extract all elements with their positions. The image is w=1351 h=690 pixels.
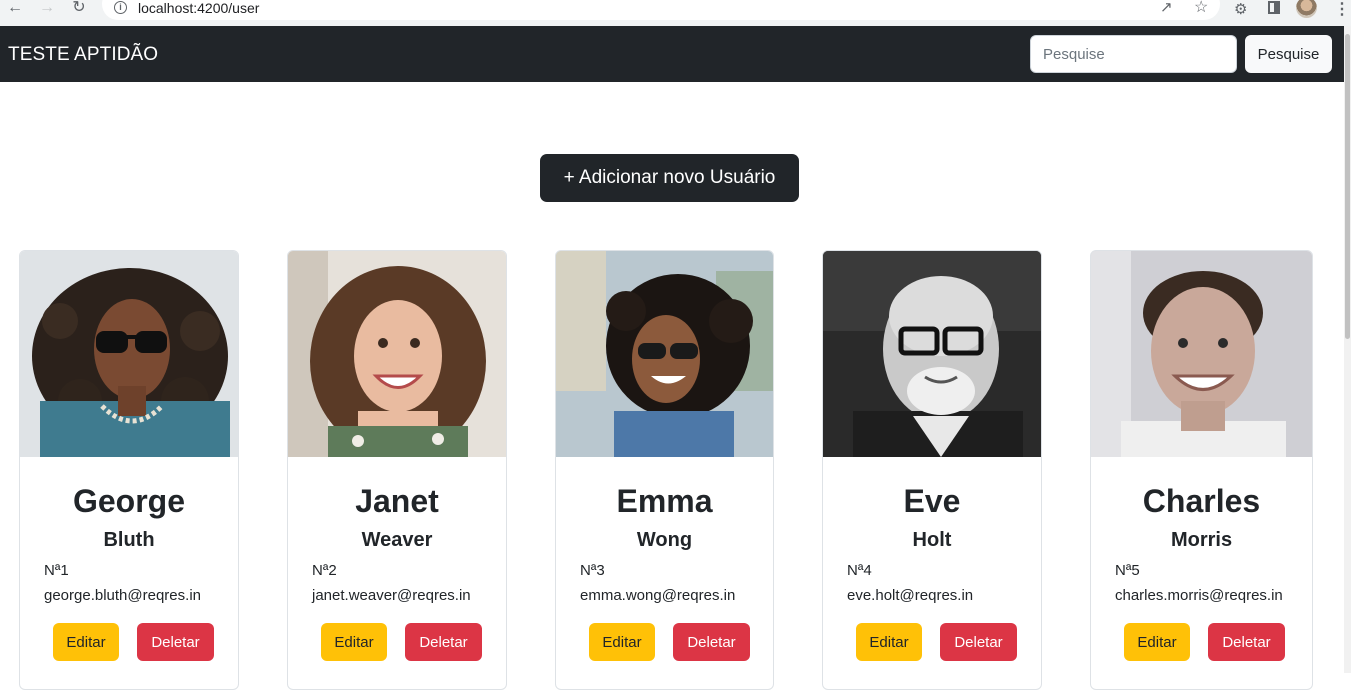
user-number: Nª5 bbox=[1115, 562, 1140, 579]
navbar-brand[interactable]: TESTE APTIDÃO bbox=[8, 44, 158, 66]
site-info-icon[interactable]: i bbox=[114, 1, 127, 14]
user-card: Charles Morris Nª5 charles.morris@reqres… bbox=[1090, 250, 1313, 690]
user-first-name: Charles bbox=[1142, 483, 1261, 519]
user-email: janet.weaver@reqres.in bbox=[312, 587, 471, 604]
delete-button[interactable]: Deletar bbox=[940, 623, 1017, 661]
back-arrow-icon[interactable]: ← bbox=[6, 0, 24, 18]
add-user-button[interactable]: + Adicionar novo Usuário bbox=[540, 154, 799, 202]
search-button[interactable]: Pesquise bbox=[1245, 35, 1332, 73]
user-number: Nª3 bbox=[580, 562, 605, 579]
user-email: charles.morris@reqres.in bbox=[1115, 587, 1283, 604]
user-first-name: George bbox=[72, 483, 186, 519]
edit-button[interactable]: Editar bbox=[321, 623, 387, 661]
top-navbar: TESTE APTIDÃO Pesquise bbox=[0, 26, 1344, 82]
side-panel-icon[interactable] bbox=[1268, 1, 1280, 14]
delete-button[interactable]: Deletar bbox=[405, 623, 482, 661]
profile-avatar[interactable] bbox=[1296, 0, 1317, 18]
user-number: Nª2 bbox=[312, 562, 337, 579]
edit-button[interactable]: Editar bbox=[1124, 623, 1190, 661]
user-card: Emma Wong Nª3 emma.wong@reqres.in Editar… bbox=[555, 250, 774, 690]
user-last-name: Bluth bbox=[103, 529, 155, 551]
scrollbar-thumb[interactable] bbox=[1345, 34, 1350, 339]
user-last-name: Holt bbox=[912, 529, 952, 551]
user-email: emma.wong@reqres.in bbox=[580, 587, 736, 604]
browser-toolbar: ← → ↻ i localhost:4200/user ↗ ☆ ⚙ ⋮ bbox=[0, 0, 1351, 26]
extensions-icon[interactable]: ⚙ bbox=[1234, 0, 1247, 18]
page-scrollbar[interactable] bbox=[1344, 26, 1351, 673]
user-card: Eve Holt Nª4 eve.holt@reqres.in Editar D… bbox=[822, 250, 1042, 690]
bookmark-star-icon[interactable]: ☆ bbox=[1194, 0, 1208, 17]
search-input[interactable] bbox=[1030, 35, 1237, 73]
user-photo bbox=[1091, 251, 1312, 457]
share-icon[interactable]: ↗ bbox=[1160, 0, 1173, 16]
user-photo bbox=[288, 251, 506, 457]
delete-button[interactable]: Deletar bbox=[1208, 623, 1285, 661]
user-photo bbox=[823, 251, 1041, 457]
user-card: Janet Weaver Nª2 janet.weaver@reqres.in … bbox=[287, 250, 507, 690]
reload-icon[interactable]: ↻ bbox=[70, 0, 88, 18]
user-number: Nª1 bbox=[44, 562, 69, 579]
user-photo bbox=[20, 251, 238, 457]
user-first-name: Janet bbox=[355, 483, 439, 519]
address-bar[interactable]: i localhost:4200/user ↗ ☆ bbox=[102, 0, 1220, 20]
user-last-name: Wong bbox=[636, 529, 693, 551]
user-card: George Bluth Nª1 george.bluth@reqres.in … bbox=[19, 250, 239, 690]
edit-button[interactable]: Editar bbox=[589, 623, 655, 661]
forward-arrow-icon[interactable]: → bbox=[38, 0, 56, 18]
delete-button[interactable]: Deletar bbox=[673, 623, 750, 661]
edit-button[interactable]: Editar bbox=[53, 623, 119, 661]
user-last-name: Morris bbox=[1170, 529, 1233, 551]
edit-button[interactable]: Editar bbox=[856, 623, 922, 661]
browser-menu-icon[interactable]: ⋮ bbox=[1334, 0, 1350, 19]
user-number: Nª4 bbox=[847, 562, 872, 579]
user-last-name: Weaver bbox=[361, 529, 433, 551]
user-first-name: Eve bbox=[903, 483, 961, 519]
user-photo bbox=[556, 251, 773, 457]
address-bar-url[interactable]: localhost:4200/user bbox=[138, 0, 259, 16]
delete-button[interactable]: Deletar bbox=[137, 623, 214, 661]
user-email: george.bluth@reqres.in bbox=[44, 587, 201, 604]
user-first-name: Emma bbox=[616, 483, 713, 519]
user-email: eve.holt@reqres.in bbox=[847, 587, 974, 604]
